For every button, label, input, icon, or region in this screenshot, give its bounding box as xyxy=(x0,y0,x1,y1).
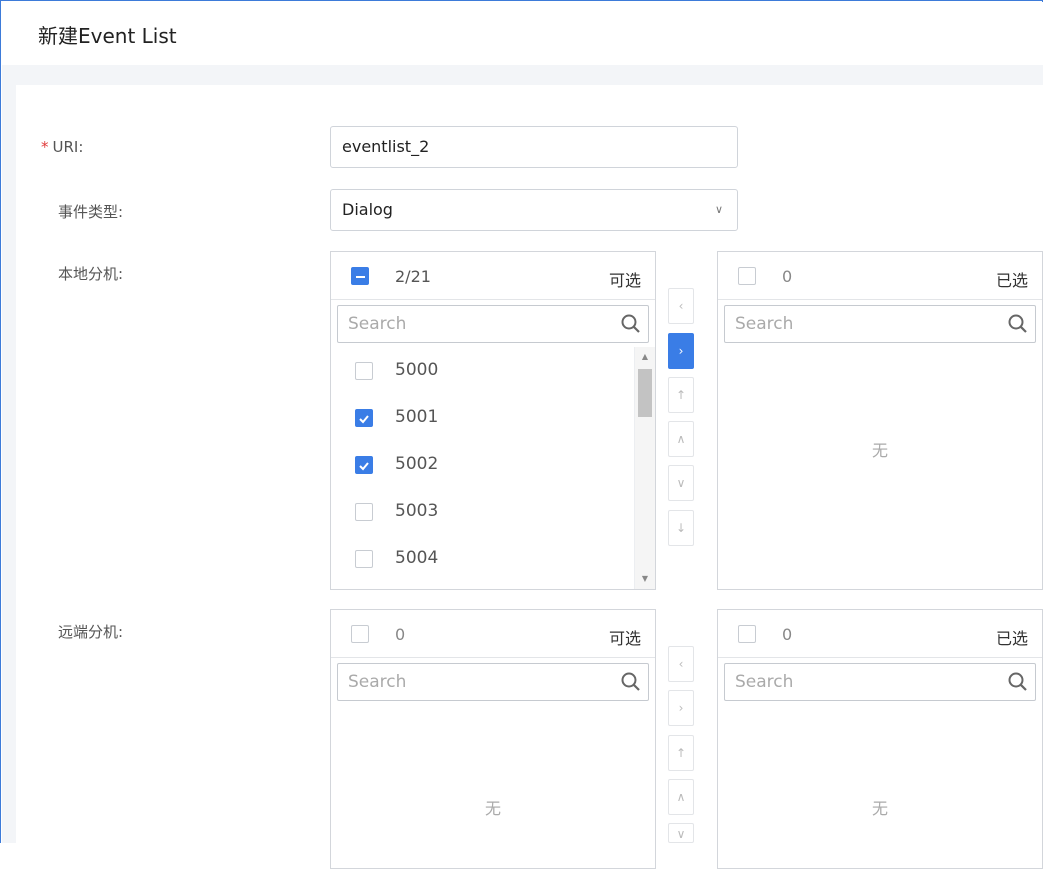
move-right-button[interactable]: › xyxy=(668,690,694,726)
select-all-checkbox[interactable] xyxy=(738,625,756,643)
left-gutter xyxy=(2,85,16,843)
panel-header: 0 已选 xyxy=(718,252,1042,300)
move-right-button[interactable]: › xyxy=(668,333,694,369)
item-checkbox[interactable] xyxy=(355,456,373,474)
list-item[interactable]: 5002 xyxy=(331,442,631,489)
event-type-select[interactable]: Dialog ∨ xyxy=(330,189,738,231)
item-checkbox[interactable] xyxy=(355,362,373,380)
header-divider-band xyxy=(2,65,1043,85)
local-selected-panel: 0 已选 Search 无 xyxy=(717,251,1043,590)
list-item[interactable]: 5000 xyxy=(331,348,631,395)
local-ext-label: 本地分机: xyxy=(58,265,124,283)
move-up-button[interactable]: ∧ xyxy=(668,421,694,457)
required-mark: * xyxy=(41,138,49,156)
remote-ext-label: 远端分机: xyxy=(58,623,124,641)
list-item[interactable]: 5004 xyxy=(331,536,631,583)
available-count: 0 xyxy=(395,625,406,644)
select-all-checkbox[interactable] xyxy=(738,267,756,285)
item-checkbox[interactable] xyxy=(355,409,373,427)
dialog-header: 新建Event List xyxy=(2,2,1043,66)
search-icon[interactable] xyxy=(620,313,642,335)
move-down-button[interactable]: ∨ xyxy=(668,823,694,843)
available-count: 2/21 xyxy=(395,267,431,286)
available-title: 可选 xyxy=(608,629,641,648)
scroll-up-icon[interactable]: ▲ xyxy=(635,350,655,364)
uri-label: * URI: xyxy=(41,138,84,156)
remote-available-panel: 0 可选 Search 无 xyxy=(330,609,656,869)
selected-count: 0 xyxy=(782,267,793,286)
remote-selected-panel: 0 已选 Search 无 xyxy=(717,609,1043,869)
search-input[interactable]: Search xyxy=(337,305,649,343)
select-all-checkbox[interactable] xyxy=(351,267,369,285)
chevron-down-icon: ∨ xyxy=(714,203,723,216)
panel-header: 2/21 可选 xyxy=(331,252,655,300)
select-all-checkbox[interactable] xyxy=(351,625,369,643)
list-item[interactable]: 5003 xyxy=(331,489,631,536)
move-left-button[interactable]: ‹ xyxy=(668,288,694,324)
form-content: * URI: eventlist_2 事件类型: Dialog ∨ 本地分机: 2… xyxy=(16,85,1043,869)
empty-text: 无 xyxy=(871,441,888,460)
scrollbar-thumb[interactable] xyxy=(638,369,652,417)
uri-input[interactable]: eventlist_2 xyxy=(330,126,738,168)
check-icon xyxy=(359,462,369,471)
check-icon xyxy=(359,415,369,424)
search-icon[interactable] xyxy=(1007,313,1029,335)
empty-text: 无 xyxy=(871,799,888,818)
event-type-value: Dialog xyxy=(342,200,393,219)
panel-header: 0 已选 xyxy=(718,610,1042,658)
search-input[interactable]: Search xyxy=(337,663,649,701)
indeterminate-icon xyxy=(356,276,365,278)
search-input[interactable]: Search xyxy=(724,305,1036,343)
move-down-button[interactable]: ∨ xyxy=(668,465,694,501)
search-icon[interactable] xyxy=(620,671,642,693)
move-bottom-button[interactable]: ↓ xyxy=(668,510,694,546)
move-left-button[interactable]: ‹ xyxy=(668,646,694,682)
available-title: 可选 xyxy=(608,271,641,290)
scroll-down-icon[interactable]: ▼ xyxy=(635,572,655,586)
selected-title: 已选 xyxy=(995,271,1028,290)
scrollbar[interactable]: ▲ ▼ xyxy=(634,347,655,589)
item-checkbox[interactable] xyxy=(355,550,373,568)
dialog-title: 新建Event List xyxy=(38,24,177,48)
panel-header: 0 可选 xyxy=(331,610,655,658)
local-available-panel: 2/21 可选 Search 5000 5001 5002 5003 5004 … xyxy=(330,251,656,590)
selected-count: 0 xyxy=(782,625,793,644)
search-icon[interactable] xyxy=(1007,671,1029,693)
search-input[interactable]: Search xyxy=(724,663,1036,701)
event-type-label: 事件类型: xyxy=(58,203,124,221)
empty-text: 无 xyxy=(484,799,501,818)
move-top-button[interactable]: ↑ xyxy=(668,377,694,413)
selected-title: 已选 xyxy=(995,629,1028,648)
move-up-button[interactable]: ∧ xyxy=(668,779,694,815)
item-checkbox[interactable] xyxy=(355,503,373,521)
list-item[interactable]: 5001 xyxy=(331,395,631,442)
move-top-button[interactable]: ↑ xyxy=(668,735,694,771)
